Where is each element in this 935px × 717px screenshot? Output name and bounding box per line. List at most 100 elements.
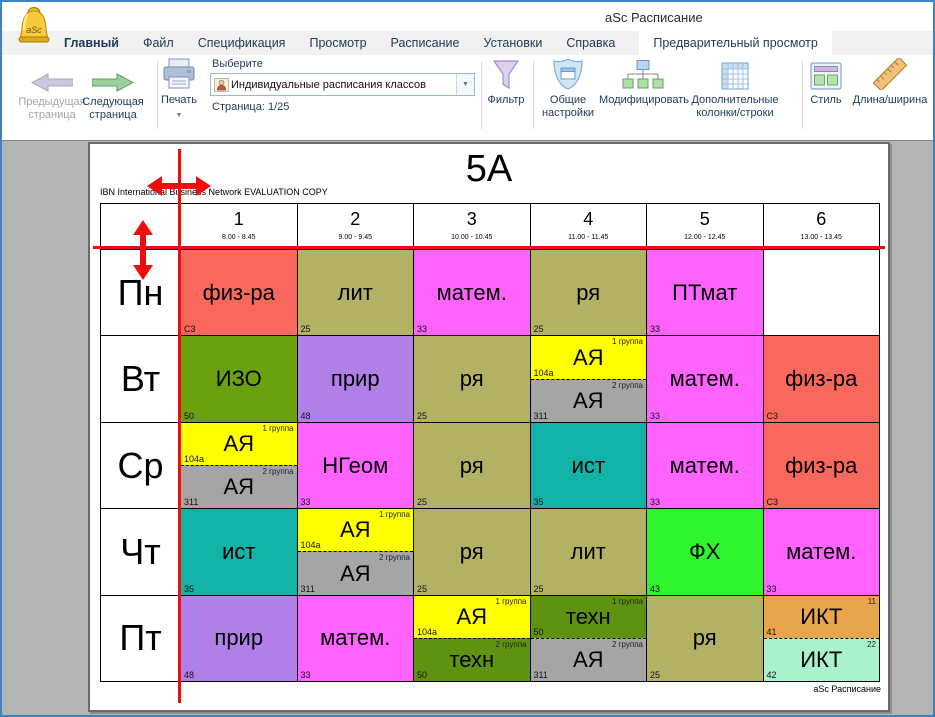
lesson-subject: ИЗО bbox=[216, 366, 262, 392]
day-row-thursday: Чт ист 35 1 группаАЯ104a 2 группаАЯ311 ря… bbox=[101, 508, 879, 594]
lesson-room: 104a bbox=[534, 368, 554, 378]
period-time: 8.00 - 8.45 bbox=[222, 234, 255, 241]
lesson-group-1: 1 группатехн50 bbox=[531, 596, 647, 638]
height-adjust-arrow-icon[interactable] bbox=[131, 220, 155, 285]
lesson-cell: ист 35 bbox=[180, 509, 297, 594]
period-number: 2 bbox=[350, 209, 360, 230]
lesson-room: 35 bbox=[184, 584, 194, 594]
day-cell: Вт bbox=[101, 336, 180, 421]
day-cell: Пт bbox=[101, 596, 180, 681]
print-label: Печать bbox=[146, 94, 212, 107]
menu-item-main[interactable]: Главный bbox=[64, 31, 119, 55]
lesson-room: 43 bbox=[650, 584, 660, 594]
lesson-group-tag: 1 группа bbox=[612, 597, 643, 606]
red-horizontal-guide[interactable] bbox=[93, 246, 885, 249]
lesson-cell: лит25 bbox=[297, 250, 414, 335]
lesson-cell: матем.33 bbox=[297, 596, 414, 681]
page-footer-brand: aSc Расписание bbox=[813, 684, 881, 694]
report-type-value: Индивидуальные расписания классов bbox=[231, 79, 456, 91]
lesson-cell-split: 1 группаАЯ104a 2 группатехн50 bbox=[413, 596, 530, 681]
day-row-friday: Пт прир48 матем.33 1 группаАЯ104a 2 груп… bbox=[101, 595, 879, 681]
lesson-room: 48 bbox=[301, 411, 311, 421]
lesson-room: 33 bbox=[650, 411, 660, 421]
lesson-subject: ря bbox=[460, 453, 484, 479]
lesson-group-tag: 2 группа bbox=[612, 640, 643, 649]
lesson-subject: НГеом bbox=[322, 453, 388, 479]
day-cell: Чт bbox=[101, 509, 180, 594]
lesson-subject: физ-ра bbox=[203, 280, 275, 306]
lesson-subject: АЯ bbox=[573, 647, 604, 673]
lesson-group-tag: 2 группа bbox=[612, 381, 643, 390]
lesson-subject: ист bbox=[572, 453, 605, 479]
menu-item-options[interactable]: Установки bbox=[483, 31, 542, 55]
lesson-cell: ря 25 bbox=[413, 509, 530, 594]
lesson-subject: лит bbox=[338, 280, 373, 306]
length-width-button[interactable]: Длина/ширина bbox=[847, 58, 933, 107]
menu-item-view[interactable]: Просмотр bbox=[309, 31, 366, 55]
lesson-group-tag: 1 группа bbox=[379, 510, 410, 519]
print-button[interactable]: Печать ▼ bbox=[146, 58, 212, 122]
lesson-group-tag: 11 bbox=[868, 597, 876, 606]
lesson-room: С3 bbox=[184, 324, 196, 334]
menu-item-specification[interactable]: Спецификация bbox=[198, 31, 286, 55]
period-number: 3 bbox=[467, 209, 477, 230]
funnel-icon bbox=[480, 58, 532, 90]
width-adjust-arrow-icon[interactable] bbox=[147, 174, 211, 203]
general-settings-button[interactable]: Общие настройки bbox=[535, 58, 601, 120]
lesson-group-1: 1 группаАЯ104a bbox=[298, 509, 414, 551]
lesson-group-tag: 2 группа bbox=[379, 553, 410, 562]
lesson-subject: матем. bbox=[670, 366, 740, 392]
general-settings-label: Общие настройки bbox=[535, 94, 601, 120]
arrow-right-icon bbox=[72, 60, 154, 92]
extra-columns-rows-button[interactable]: Дополнительные колонки/строки bbox=[685, 58, 785, 120]
lesson-room: 25 bbox=[417, 497, 427, 507]
lesson-cell: физ-раС3 bbox=[763, 336, 880, 421]
next-page-button[interactable]: Следующая страница bbox=[72, 60, 154, 122]
choose-label: Выберите bbox=[212, 58, 263, 70]
menu-item-timetable[interactable]: Расписание bbox=[391, 31, 460, 55]
period-time: 13.00 - 13.45 bbox=[801, 234, 842, 241]
menu-item-file[interactable]: Файл bbox=[143, 31, 174, 55]
period-header-6: 613.00 - 13.45 bbox=[763, 204, 880, 249]
lesson-room: 50 bbox=[184, 411, 194, 421]
lesson-room: 104a bbox=[184, 454, 204, 464]
print-dropdown-caret[interactable]: ▼ bbox=[146, 109, 212, 122]
period-time: 11.00 - 11.45 bbox=[568, 234, 608, 241]
menu-item-help[interactable]: Справка bbox=[566, 31, 615, 55]
lesson-room: 33 bbox=[301, 497, 311, 507]
lesson-subject: ря bbox=[460, 539, 484, 565]
report-type-combobox[interactable]: Индивидуальные расписания классов ▼ bbox=[210, 73, 475, 96]
lesson-group-2: 2 группаАЯ311 bbox=[298, 551, 414, 594]
lesson-room: 25 bbox=[417, 411, 427, 421]
lesson-group-1: 1 группаАЯ104a bbox=[414, 596, 530, 638]
combo-dropdown-arrow[interactable]: ▼ bbox=[456, 74, 474, 95]
app-bell-icon[interactable]: aSc bbox=[15, 6, 53, 50]
lesson-group-tag: 1 группа bbox=[612, 337, 643, 346]
tab-print-preview[interactable]: Предварительный просмотр bbox=[639, 31, 831, 55]
period-header-5: 512.00 - 12.45 bbox=[646, 204, 763, 249]
lesson-subject: ПТмат bbox=[672, 280, 737, 306]
lesson-subject: ист bbox=[222, 539, 255, 565]
lesson-subject: АЯ bbox=[573, 388, 604, 414]
lesson-cell-split: 11ИКТ41 22ИКТ42 bbox=[763, 596, 880, 681]
lesson-room: 311 bbox=[301, 584, 315, 594]
filter-button[interactable]: Фильтр bbox=[480, 58, 532, 107]
lesson-subject: АЯ bbox=[456, 604, 487, 630]
lesson-subject: матем. bbox=[320, 625, 390, 651]
lesson-room: С3 bbox=[767, 411, 779, 421]
lesson-subject: ФХ bbox=[689, 539, 720, 565]
app-window: aSc Расписание aSc Главный Файл Специфик… bbox=[0, 0, 935, 717]
lesson-room: 25 bbox=[417, 584, 427, 594]
lesson-cell: ря25 bbox=[530, 250, 647, 335]
lesson-group-2: 2 группаАЯ311 bbox=[531, 638, 647, 681]
red-vertical-guide[interactable] bbox=[178, 149, 181, 703]
lesson-room: 104a bbox=[417, 627, 437, 637]
period-header-1: 18.00 - 8.45 bbox=[180, 204, 297, 249]
lesson-room: 35 bbox=[534, 497, 544, 507]
lesson-cell: матем.33 bbox=[646, 423, 763, 508]
style-button[interactable]: Стиль bbox=[803, 58, 849, 107]
header-row: 18.00 - 8.45 29.00 - 9.45 310.00 - 10.45… bbox=[101, 204, 879, 249]
lesson-cell: ист 35 bbox=[530, 423, 647, 508]
period-time: 12.00 - 12.45 bbox=[684, 234, 725, 241]
modify-button[interactable]: Модифицировать bbox=[599, 58, 687, 107]
